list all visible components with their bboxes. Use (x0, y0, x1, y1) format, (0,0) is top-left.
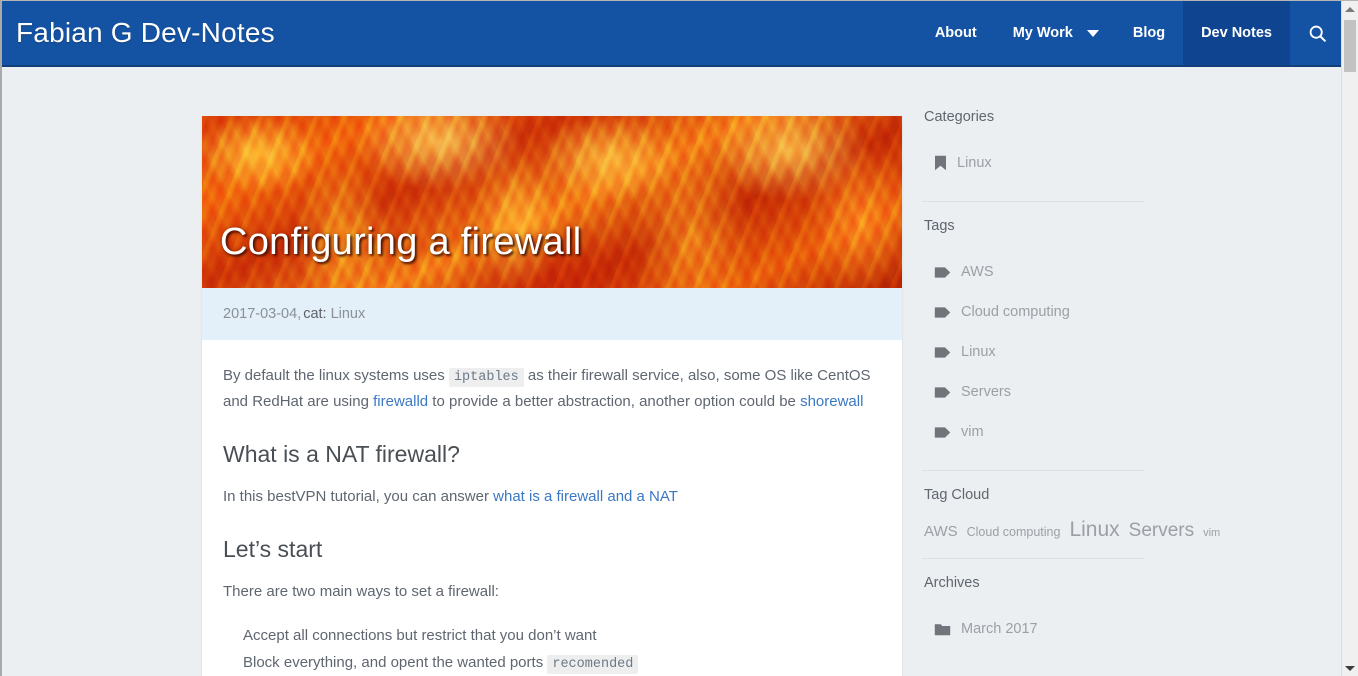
divider (922, 201, 1144, 202)
article-category-label: cat: (303, 306, 327, 322)
tag-cloud-item-cloud-computing[interactable]: Cloud computing (967, 525, 1061, 539)
meta-separator: , (297, 306, 302, 322)
archives-list: March 2017 (922, 609, 1144, 649)
sidebar: Categories Linux Tags AWS Cloud computin… (922, 109, 1220, 653)
nav-item-dev-notes[interactable]: Dev Notes (1183, 1, 1290, 65)
nav-item-my-work[interactable]: My Work (995, 1, 1083, 65)
article-title: Configuring a firewall (220, 221, 582, 263)
bookmark-icon (934, 155, 947, 171)
list-item-text: Accept all connections but restrict that… (243, 626, 597, 644)
link-firewalld[interactable]: firewalld (373, 393, 428, 410)
article-hero-banner: Configuring a firewall (202, 116, 902, 288)
sidebar-item-tag-vim[interactable]: vim (922, 412, 1144, 452)
main-navigation: About My Work Blog Dev Notes (917, 1, 1344, 65)
intro-text-3: to provide a better abstraction, another… (428, 393, 801, 410)
tag-icon (934, 346, 951, 359)
heading-nat-firewall: What is a NAT firewall? (223, 441, 460, 467)
site-header: Fabian G Dev-Notes About My Work Blog De… (2, 1, 1344, 67)
tag-icon (934, 426, 951, 439)
sidebar-item-archive-march-2017[interactable]: March 2017 (922, 609, 1144, 649)
categories-title: Categories (924, 109, 995, 125)
triangle-down-icon (1345, 666, 1355, 671)
folder-icon (934, 622, 951, 636)
divider (922, 558, 1144, 559)
search-button[interactable] (1290, 1, 1344, 65)
sidebar-item-label: Linux (957, 155, 992, 171)
divider (922, 470, 1144, 471)
tags-title: Tags (924, 218, 955, 234)
sidebar-item-label: Linux (961, 344, 996, 360)
list-item: Accept all connections but restrict that… (243, 622, 881, 649)
list-item: Block everything, and opent the wanted p… (243, 649, 881, 676)
widget-archives: Archives March 2017 (922, 575, 1144, 649)
sidebar-item-label: Servers (961, 384, 1011, 400)
tags-list: AWS Cloud computing Linux Servers vim (922, 252, 1144, 452)
sidebar-item-label: Cloud computing (961, 304, 1070, 320)
scroll-up-arrow[interactable] (1342, 1, 1358, 18)
sidebar-item-tag-aws[interactable]: AWS (922, 252, 1144, 292)
tag-icon (934, 266, 951, 279)
intro-paragraph: By default the linux systems uses iptabl… (223, 364, 881, 414)
sidebar-item-label: AWS (961, 264, 994, 280)
inline-code-iptables: iptables (448, 368, 524, 387)
link-shorewall[interactable]: shorewall (800, 393, 863, 410)
chevron-down-icon (1086, 29, 1099, 37)
heading-lets-start: Let’s start (223, 535, 323, 562)
archives-title: Archives (924, 575, 980, 591)
sidebar-item-tag-servers[interactable]: Servers (922, 372, 1144, 412)
article-date: 2017-03-04 (223, 306, 298, 322)
tag-icon (934, 306, 951, 319)
tag-cloud-list: AWS Cloud computing Linux Servers vim (922, 515, 1220, 548)
nav-item-blog[interactable]: Blog (1115, 1, 1183, 65)
sidebar-item-tag-cloud-computing[interactable]: Cloud computing (922, 292, 1144, 332)
intro-text-1: By default the linux systems uses (223, 367, 449, 384)
browser-scrollbar[interactable] (1341, 1, 1358, 676)
categories-list: Linux (922, 143, 1144, 183)
sidebar-item-label: March 2017 (961, 621, 1038, 637)
tag-cloud-item-linux[interactable]: Linux (1069, 518, 1119, 541)
tag-cloud-title: Tag Cloud (924, 487, 990, 503)
article-body: By default the linux systems uses iptabl… (202, 340, 902, 676)
triangle-up-icon (1345, 7, 1355, 12)
tag-icon (934, 386, 951, 399)
widget-tag-cloud: Tag Cloud AWS Cloud computing Linux Servers… (922, 487, 1220, 559)
sidebar-item-label: vim (961, 424, 984, 440)
article-category-value[interactable]: Linux (331, 306, 366, 322)
page-content: Configuring a firewall 2017-03-04 , cat:… (2, 67, 1344, 676)
nat-text-1: In this bestVPN tutorial, you can answer (223, 487, 494, 505)
widget-categories: Categories Linux (922, 109, 1144, 202)
nav-item-about[interactable]: About (917, 1, 995, 65)
tag-cloud-item-aws[interactable]: AWS (924, 523, 958, 540)
article-card: Configuring a firewall 2017-03-04 , cat:… (202, 116, 902, 676)
nav-my-work-dropdown-toggle[interactable] (1083, 1, 1115, 65)
firewall-ways-list: Accept all connections but restrict that… (223, 622, 881, 676)
article-meta-bar: 2017-03-04 , cat: Linux (202, 288, 902, 340)
sidebar-item-category-linux[interactable]: Linux (922, 143, 1144, 183)
tag-cloud-item-servers[interactable]: Servers (1129, 520, 1194, 541)
nat-paragraph: In this bestVPN tutorial, you can answer… (223, 485, 881, 509)
list-item-text: Block everything, and opent the wanted p… (243, 653, 548, 671)
scroll-thumb[interactable] (1344, 20, 1356, 72)
site-brand[interactable]: Fabian G Dev-Notes (16, 17, 275, 49)
widget-tags: Tags AWS Cloud computing Linux Servers v… (922, 218, 1144, 471)
ways-intro-paragraph: There are two main ways to set a firewal… (223, 582, 499, 600)
scroll-down-arrow[interactable] (1342, 660, 1358, 676)
browser-viewport: Fabian G Dev-Notes About My Work Blog De… (0, 0, 1358, 676)
inline-code-recomended: recomended (547, 654, 639, 674)
tag-cloud-item-vim[interactable]: vim (1203, 527, 1220, 539)
link-what-is-a-firewall-and-a-nat[interactable]: what is a firewall and a NAT (493, 488, 678, 505)
sidebar-item-tag-linux[interactable]: Linux (922, 332, 1144, 372)
search-icon (1309, 25, 1326, 42)
